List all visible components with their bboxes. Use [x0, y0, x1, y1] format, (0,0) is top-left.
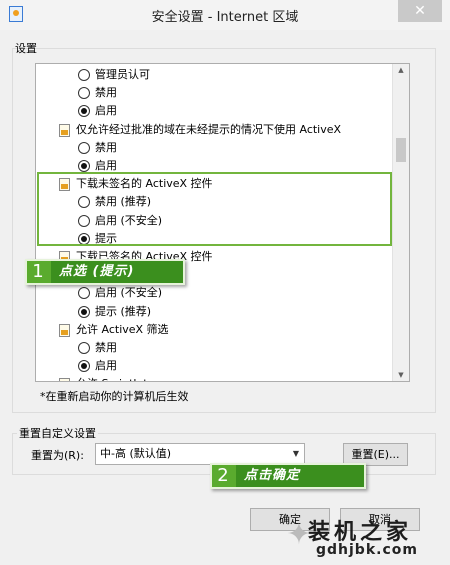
- radio-unchecked-icon[interactable]: [78, 141, 90, 154]
- setting-option[interactable]: 禁用: [36, 339, 391, 357]
- setting-option-label: 启用 (不安全): [95, 286, 163, 300]
- setting-header-label: 允许 Scriptlet: [76, 375, 148, 381]
- radio-unchecked-icon[interactable]: [78, 87, 90, 100]
- setting-category-icon: [59, 323, 70, 337]
- reset-to-label: 重置为(R):: [31, 449, 84, 462]
- setting-option-label: 管理员认可: [95, 68, 150, 81]
- setting-option[interactable]: 禁用: [36, 139, 391, 157]
- setting-option[interactable]: 禁用: [36, 84, 391, 102]
- step1-number: 1: [32, 261, 44, 282]
- setting-option[interactable]: 启用: [36, 102, 391, 120]
- radio-checked-icon[interactable]: [78, 305, 90, 318]
- highlight-box-unsigned-activex: [37, 172, 392, 246]
- settings-group-label: 设置: [15, 42, 37, 55]
- step1-callout: 1 点选 (提示): [25, 259, 185, 285]
- radio-unchecked-icon[interactable]: [78, 69, 90, 81]
- radio-unchecked-icon[interactable]: [78, 287, 90, 300]
- radio-checked-icon[interactable]: [78, 360, 90, 373]
- step2-text: 点击确定: [236, 465, 364, 487]
- close-button[interactable]: ✕: [398, 0, 442, 22]
- step2-number: 2: [217, 465, 229, 486]
- setting-header-label: 仅允许经过批准的域在未经提示的情况下使用 ActiveX: [76, 122, 342, 136]
- step1-text: 点选 (提示): [51, 261, 183, 283]
- settings-scrollbar[interactable]: ▲ ▼: [392, 64, 409, 381]
- setting-option-label: 禁用: [95, 140, 117, 154]
- setting-option-label: 提示 (推荐): [95, 304, 152, 318]
- reset-group-label: 重置自定义设置: [17, 425, 98, 441]
- setting-category-icon: [59, 123, 70, 137]
- chevron-down-icon: ▼: [292, 449, 299, 458]
- security-level-select[interactable]: 中-高 (默认值) ▼: [95, 443, 305, 465]
- setting-option-label: 启用: [95, 104, 117, 118]
- scroll-thumb[interactable]: [396, 138, 406, 162]
- security-level-value: 中-高 (默认值): [100, 447, 172, 460]
- title-bar: 安全设置 - Internet 区域 ✕: [0, 0, 450, 30]
- setting-header-label: 允许 ActiveX 筛选: [76, 322, 169, 336]
- setting-category-icon: [59, 378, 70, 381]
- scroll-up-icon[interactable]: ▲: [393, 66, 409, 74]
- radio-unchecked-icon[interactable]: [78, 342, 90, 354]
- setting-header: 仅允许经过批准的域在未经提示的情况下使用 ActiveX: [36, 121, 391, 139]
- setting-option[interactable]: 启用: [36, 357, 391, 375]
- scroll-down-icon[interactable]: ▼: [393, 371, 409, 379]
- watermark-url: gdhjbk.com: [316, 542, 418, 558]
- restart-note: *在重新启动你的计算机后生效: [40, 390, 189, 403]
- setting-header: 允许 ActiveX 筛选: [36, 321, 391, 339]
- setting-option[interactable]: 管理员认可: [36, 66, 391, 84]
- setting-option[interactable]: 启用 (不安全): [36, 284, 391, 302]
- setting-option-label: 禁用: [95, 341, 117, 354]
- radio-checked-icon[interactable]: [78, 105, 90, 118]
- setting-header: 允许 Scriptlet: [36, 375, 391, 381]
- setting-option-label: 启用: [95, 359, 117, 373]
- window-title: 安全设置 - Internet 区域: [151, 10, 299, 25]
- radio-checked-icon[interactable]: [78, 160, 90, 172]
- step2-callout: 2 点击确定: [210, 463, 366, 489]
- setting-option-label: 禁用: [95, 86, 117, 100]
- setting-option[interactable]: 提示 (推荐): [36, 303, 391, 321]
